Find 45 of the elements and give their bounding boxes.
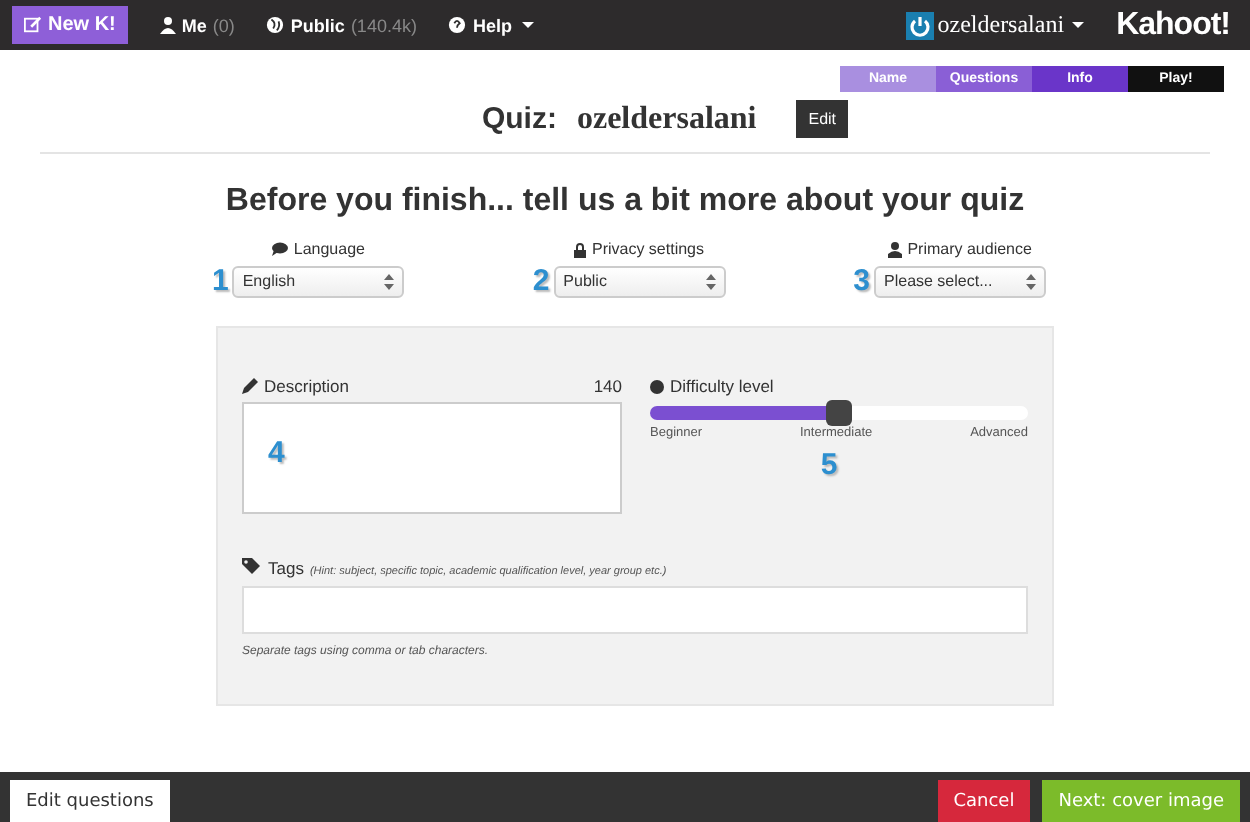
edit-button[interactable]: Edit — [796, 100, 849, 138]
cancel-button[interactable]: Cancel — [937, 780, 1031, 822]
description-field[interactable]: 4 — [242, 402, 622, 514]
quiz-name: ozeldersalani — [576, 101, 757, 137]
dropdown[interactable]: Public — [553, 265, 726, 297]
logo: Kahoot! — [1116, 7, 1232, 43]
field-label: Primary audience — [907, 240, 1032, 258]
callout-number: 4 — [268, 436, 285, 470]
dropdown[interactable]: Please select... — [874, 265, 1046, 297]
stepper-arrows-icon — [705, 273, 716, 289]
help-icon — [448, 16, 467, 34]
dot-icon — [650, 379, 664, 393]
callout-number: 3 — [853, 264, 870, 298]
edit-questions-button[interactable]: Edit questions — [10, 780, 170, 822]
lock-icon — [573, 241, 586, 257]
field-label: Difficulty level — [670, 376, 774, 396]
person-icon — [159, 16, 176, 34]
nav-link[interactable]: Me (0) — [159, 15, 235, 35]
character-count: 140 — [593, 376, 622, 396]
slider-thumb[interactable] — [825, 400, 851, 426]
tags-field[interactable] — [242, 586, 1028, 634]
user-menu[interactable]: ozeldersalani — [905, 10, 1085, 40]
dropdown[interactable]: English — [232, 265, 405, 297]
new-kahoot-button[interactable]: New K! — [12, 6, 128, 44]
quiz-label: Quiz: — [481, 102, 557, 136]
edit-icon — [24, 16, 42, 34]
tag-icon — [242, 558, 262, 574]
globe-icon — [266, 16, 285, 34]
stepper-arrows-icon — [384, 273, 395, 289]
person-icon — [887, 241, 902, 257]
difficulty-slider[interactable] — [650, 406, 1028, 420]
field-label: Language — [293, 240, 365, 258]
stepper-arrows-icon — [1026, 273, 1036, 289]
heading: Before you finish... tell us a bit more about your quiz — [223, 184, 1027, 220]
power-icon — [905, 11, 934, 39]
field-label: Privacy settings — [591, 240, 705, 258]
callout-number: 5 — [820, 448, 838, 482]
callout-number: 1 — [212, 264, 229, 298]
field-label: Tags — [268, 558, 304, 578]
callout-number: 2 — [532, 264, 550, 298]
nav-link[interactable]: Help — [448, 15, 534, 35]
nav-link[interactable]: Public (140.4k) — [266, 15, 417, 35]
speech-bubble-icon — [271, 242, 288, 256]
pencil-icon — [242, 378, 258, 394]
field-label: Description — [264, 376, 350, 396]
